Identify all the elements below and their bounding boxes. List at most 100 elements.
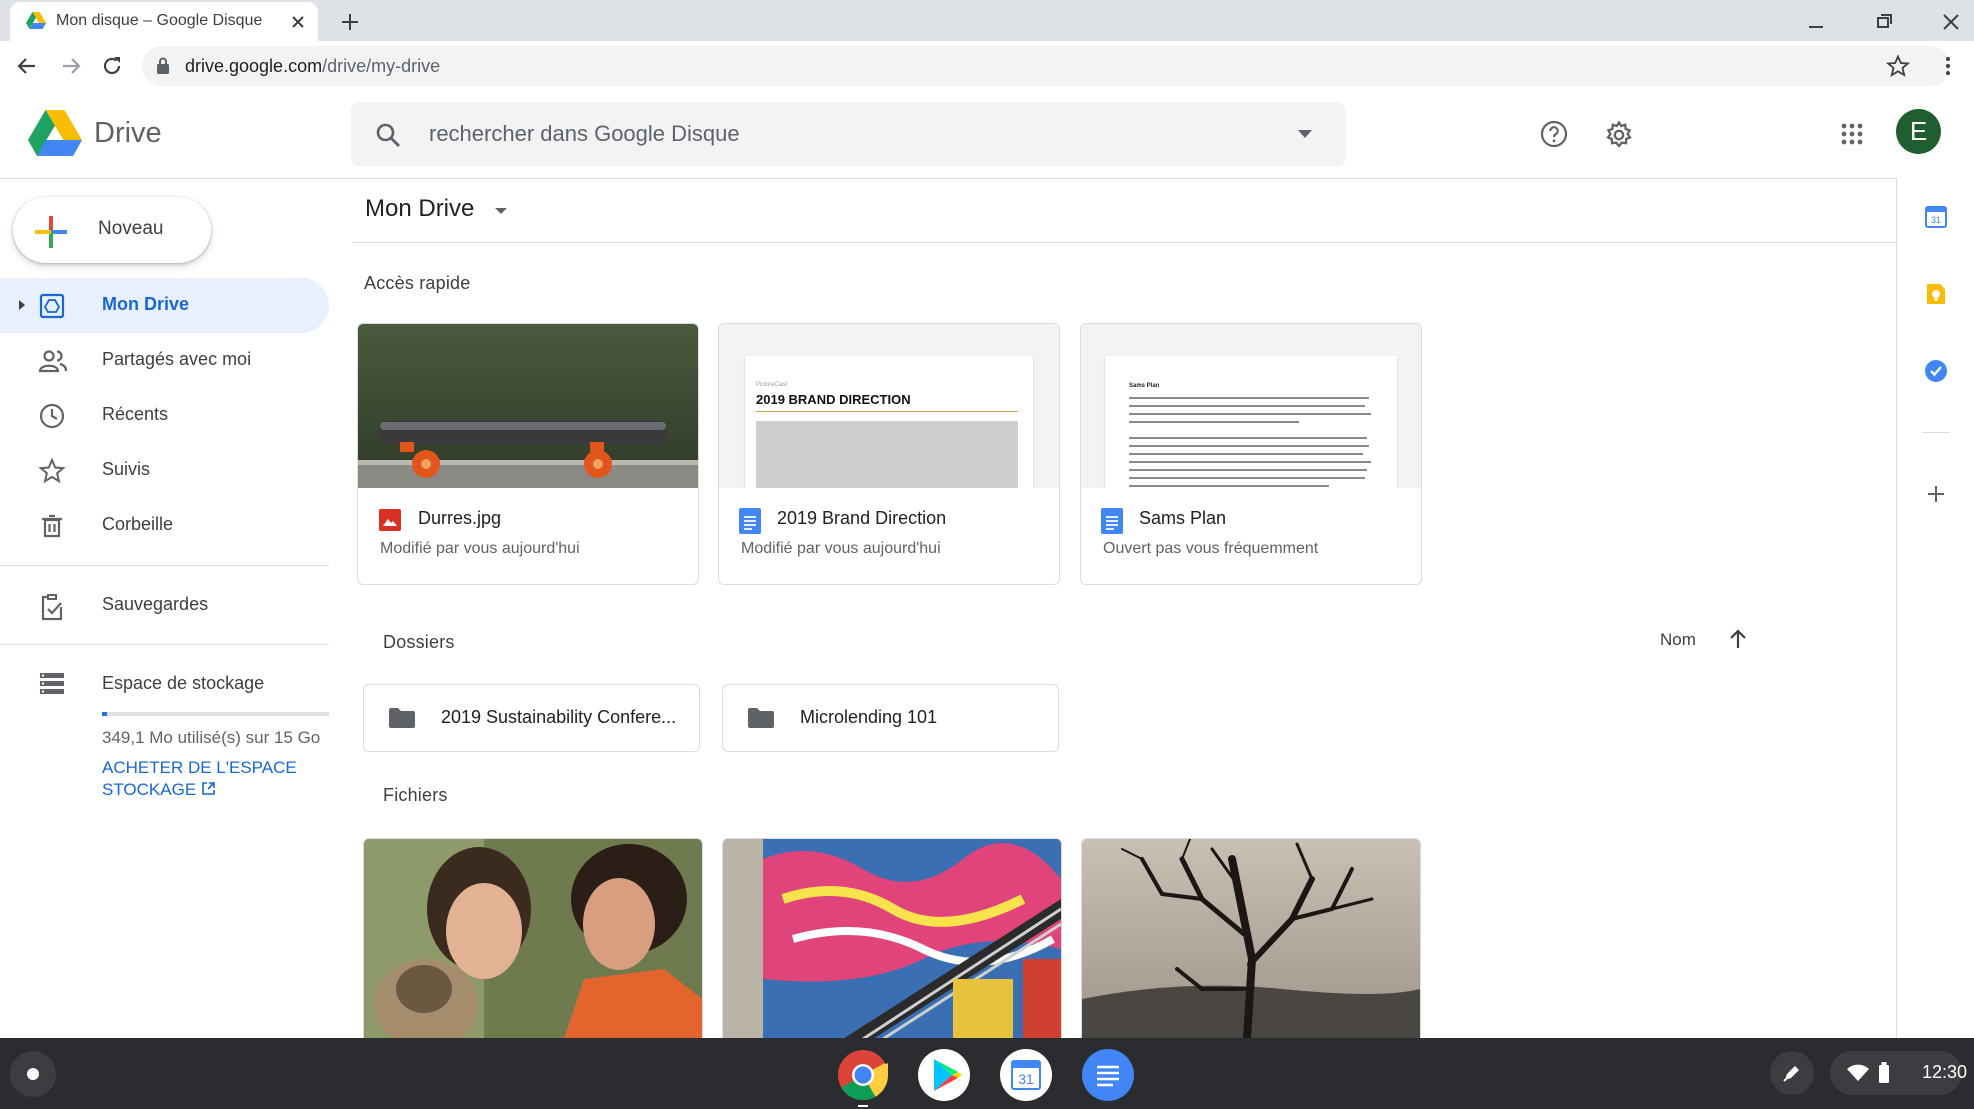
image-thumbnail-skateboard bbox=[358, 324, 698, 488]
svg-text:31: 31 bbox=[1931, 215, 1941, 225]
tab-close-icon[interactable] bbox=[288, 12, 308, 32]
sidebar-item-trash[interactable]: Corbeille bbox=[0, 498, 329, 553]
people-icon bbox=[38, 347, 68, 375]
document-thumbnail: PictureCast 2019 BRAND DIRECTION bbox=[719, 324, 1059, 488]
sidebar-divider bbox=[0, 644, 329, 645]
reload-icon[interactable] bbox=[100, 54, 124, 78]
restore-icon[interactable] bbox=[1873, 12, 1895, 32]
search-bar[interactable] bbox=[351, 102, 1346, 166]
window-close-icon[interactable] bbox=[1940, 12, 1962, 32]
sidebar-item-storage[interactable]: Espace de stockage bbox=[0, 657, 329, 712]
tasks-addon-icon[interactable] bbox=[1924, 359, 1948, 383]
drive-logo-icon[interactable] bbox=[28, 110, 82, 156]
file-card-photo-graffiti[interactable] bbox=[722, 838, 1062, 1040]
forward-arrow-icon[interactable] bbox=[59, 54, 83, 78]
keep-addon-icon[interactable] bbox=[1925, 282, 1947, 306]
browser-tab-strip: Mon disque – Google Disque bbox=[0, 0, 1974, 41]
clock-time[interactable]: 12:30 bbox=[1922, 1062, 1967, 1083]
folder-item[interactable]: Microlending 101 bbox=[722, 684, 1059, 752]
sidebar-item-my-drive[interactable]: Mon Drive bbox=[0, 278, 329, 333]
file-subtitle: Modifié par vous aujourd'hui bbox=[741, 540, 941, 557]
drive-wordmark[interactable]: Drive bbox=[94, 117, 162, 150]
settings-gear-icon[interactable] bbox=[1604, 120, 1634, 150]
folder-name: 2019 Sustainability Confere... bbox=[441, 707, 677, 727]
folder-item[interactable]: 2019 Sustainability Confere... bbox=[363, 684, 700, 752]
quick-access-card[interactable]: Sams Plan Sams Plan Ouvert pas vous fréq… bbox=[1080, 323, 1422, 585]
thumb-title: Sams Plan bbox=[1129, 383, 1160, 389]
launcher-circle-icon bbox=[27, 1068, 39, 1080]
new-tab-icon[interactable] bbox=[338, 10, 362, 34]
drive-header: Drive E bbox=[0, 91, 1974, 179]
sidebar-item-recent[interactable]: Récents bbox=[0, 388, 329, 443]
quick-access-card[interactable]: Durres.jpg Modifié par vous aujourd'hui bbox=[357, 323, 699, 585]
browser-tab[interactable]: Mon disque – Google Disque bbox=[10, 2, 318, 41]
search-options-dropdown-icon[interactable] bbox=[1295, 126, 1315, 142]
stylus-tools-button[interactable] bbox=[1770, 1051, 1814, 1095]
account-avatar[interactable]: E bbox=[1896, 109, 1941, 154]
running-app-indicator bbox=[858, 1105, 868, 1107]
external-link-icon bbox=[201, 781, 216, 796]
file-subtitle: Modifié par vous aujourd'hui bbox=[380, 540, 580, 557]
browser-menu-icon[interactable] bbox=[1936, 54, 1960, 78]
quick-access-title: Accès rapide bbox=[364, 273, 471, 293]
calendar-addon-icon[interactable]: 31 bbox=[1925, 206, 1947, 228]
sort-ascending-arrow-icon[interactable] bbox=[1728, 628, 1748, 650]
back-arrow-icon[interactable] bbox=[15, 54, 39, 78]
bookmark-star-icon[interactable] bbox=[1886, 54, 1910, 78]
storage-usage-text: 349,1 Mo utilisé(s) sur 15 Go bbox=[102, 728, 321, 747]
lock-icon[interactable] bbox=[155, 56, 171, 76]
search-icon[interactable] bbox=[375, 122, 401, 148]
chrome-app-icon[interactable] bbox=[837, 1049, 889, 1101]
search-input[interactable] bbox=[429, 114, 1229, 154]
folders-section-title: Dossiers bbox=[383, 632, 455, 652]
url-path: /drive/my-drive bbox=[322, 56, 441, 76]
sidebar-item-shared-with-me[interactable]: Partagés avec moi bbox=[0, 333, 329, 388]
storage-progress-bar bbox=[102, 712, 329, 716]
star-icon bbox=[38, 457, 66, 485]
stylus-icon bbox=[1783, 1066, 1799, 1082]
play-store-app-icon[interactable] bbox=[918, 1049, 970, 1101]
file-name: Sams Plan bbox=[1139, 508, 1227, 528]
docs-app-icon[interactable] bbox=[1082, 1049, 1134, 1101]
folder-icon bbox=[388, 707, 416, 729]
thumb-label: PictureCast bbox=[756, 382, 788, 388]
main-divider bbox=[352, 242, 1897, 243]
file-name: 2019 Brand Direction bbox=[777, 508, 947, 528]
file-name: Durres.jpg bbox=[418, 508, 502, 528]
document-thumbnail: Sams Plan bbox=[1081, 324, 1421, 488]
sidebar-item-backups[interactable]: Sauvegardes bbox=[0, 578, 329, 633]
sidebar-item-label: Récents bbox=[102, 404, 169, 424]
help-icon[interactable] bbox=[1540, 120, 1568, 148]
page-title-breadcrumb[interactable]: Mon Drive bbox=[365, 195, 474, 223]
new-button-label: Noveau bbox=[98, 218, 164, 239]
tab-title: Mon disque – Google Disque bbox=[56, 12, 263, 29]
sidebar-item-label: Partagés avec moi bbox=[102, 349, 252, 369]
sidebar-item-starred[interactable]: Suivis bbox=[0, 443, 329, 498]
sidebar-item-label: Sauvegardes bbox=[102, 594, 209, 614]
expand-caret-icon[interactable] bbox=[17, 298, 27, 312]
os-shelf: 31 12:30 bbox=[0, 1038, 1974, 1109]
new-button[interactable]: Noveau bbox=[13, 197, 211, 263]
wifi-icon bbox=[1847, 1064, 1869, 1081]
folder-name: Microlending 101 bbox=[800, 707, 938, 727]
google-apps-grid-icon[interactable] bbox=[1840, 122, 1864, 146]
file-card-photo-women-dog[interactable] bbox=[363, 838, 703, 1040]
get-addons-plus-icon[interactable] bbox=[1925, 483, 1947, 505]
browser-toolbar: drive.google.com/drive/my-drive bbox=[0, 41, 1974, 92]
quick-access-card[interactable]: PictureCast 2019 BRAND DIRECTION 2019 Br… bbox=[718, 323, 1060, 585]
launcher-button[interactable] bbox=[10, 1051, 56, 1097]
minimize-icon[interactable] bbox=[1805, 12, 1827, 32]
sort-by-name-button[interactable]: Nom bbox=[1660, 630, 1696, 650]
buy-storage-label: ACHETER DE L'ESPACE STOCKAGE bbox=[102, 758, 297, 799]
buy-storage-link[interactable]: ACHETER DE L'ESPACE STOCKAGE bbox=[102, 757, 322, 801]
storage-progress-fill bbox=[102, 712, 108, 716]
calendar-app-icon[interactable]: 31 bbox=[1000, 1049, 1052, 1101]
calendar-app-day: 31 bbox=[1018, 1071, 1034, 1087]
url-text[interactable]: drive.google.com/drive/my-drive bbox=[185, 56, 440, 77]
file-card-photo-tree[interactable] bbox=[1081, 838, 1421, 1040]
clock-icon bbox=[38, 402, 66, 430]
breadcrumb-dropdown-icon[interactable] bbox=[493, 204, 509, 218]
multicolor-plus-icon bbox=[33, 214, 69, 250]
side-panel: 31 bbox=[1896, 178, 1974, 1038]
my-drive-icon bbox=[38, 292, 66, 320]
